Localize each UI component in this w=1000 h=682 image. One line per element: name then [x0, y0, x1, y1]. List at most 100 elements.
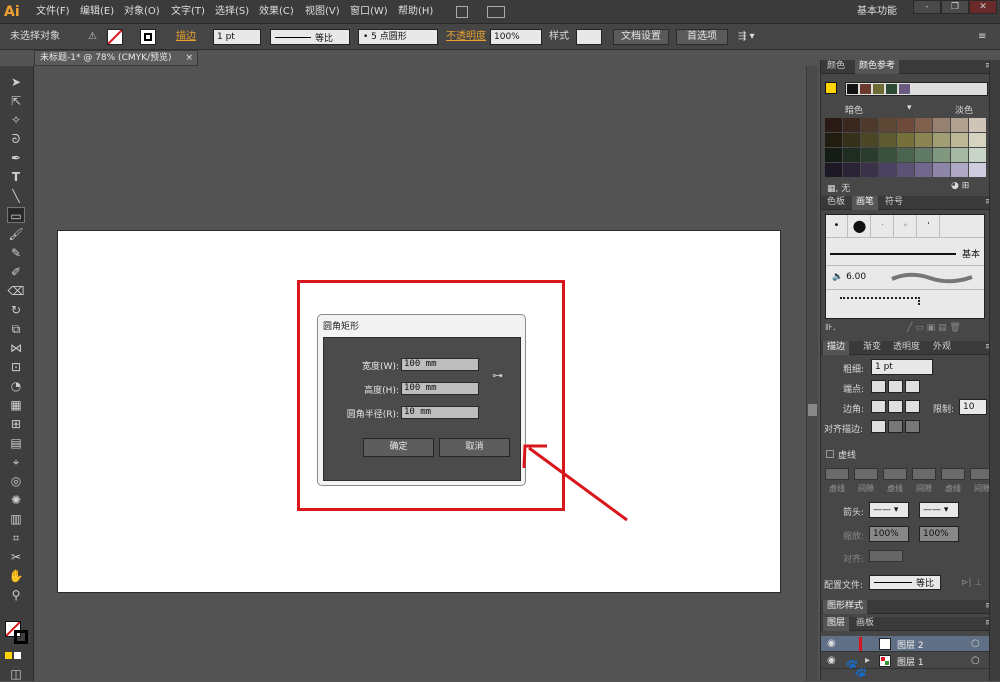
- tab-transparency[interactable]: 透明度: [889, 341, 924, 355]
- selection-tool-icon[interactable]: ➤: [7, 74, 25, 90]
- color-swatch[interactable]: [933, 163, 950, 177]
- color-swatch[interactable]: [951, 133, 968, 147]
- color-variation-grid[interactable]: [825, 118, 986, 178]
- color-swatch[interactable]: [951, 163, 968, 177]
- menu-object[interactable]: 对象(O): [124, 0, 160, 24]
- width-tool-icon[interactable]: ⋈: [7, 340, 25, 356]
- visibility-eye-icon[interactable]: ◉: [827, 655, 836, 666]
- brush-dot-small-icon[interactable]: •: [826, 215, 848, 237]
- tab-appearance[interactable]: 外观: [929, 341, 955, 355]
- round-join-button[interactable]: [888, 400, 903, 413]
- screen-mode-icon[interactable]: ◫: [7, 666, 25, 682]
- brush-calligraphic-icon[interactable]: ◦: [895, 215, 917, 237]
- scrollbar-thumb[interactable]: [808, 404, 817, 416]
- stroke-label[interactable]: 描边: [176, 24, 196, 50]
- pattern-brush-stroke-icon[interactable]: [840, 297, 920, 305]
- brush-calligraphic-2-icon[interactable]: ': [918, 215, 940, 237]
- fill-swatch[interactable]: [107, 29, 123, 45]
- blob-brush-tool-icon[interactable]: ✐: [7, 264, 25, 280]
- align-center-button[interactable]: [871, 420, 886, 433]
- color-swatch[interactable]: [843, 133, 860, 147]
- width-input[interactable]: 100 mm: [401, 358, 479, 371]
- weight-input[interactable]: 1 pt: [871, 359, 933, 375]
- end-arrowhead-select[interactable]: —— ▾: [919, 502, 959, 518]
- color-swatch[interactable]: [933, 133, 950, 147]
- profile-select[interactable]: 等比: [869, 575, 941, 590]
- minimize-button[interactable]: -: [913, 0, 941, 14]
- eyedropper-tool-icon[interactable]: ⌖: [7, 454, 25, 470]
- layer-target-icon[interactable]: ○: [971, 655, 980, 666]
- document-setup-button[interactable]: 文档设置: [613, 29, 669, 45]
- projecting-cap-button[interactable]: [905, 380, 920, 393]
- color-swatch[interactable]: [897, 133, 914, 147]
- variation-dropdown-icon[interactable]: ▾: [907, 103, 912, 113]
- menu-select[interactable]: 选择(S): [215, 0, 249, 24]
- color-swatch[interactable]: [969, 118, 986, 132]
- magic-wand-tool-icon[interactable]: ✧: [7, 112, 25, 128]
- direct-selection-tool-icon[interactable]: ⇱: [7, 93, 25, 109]
- color-swatch[interactable]: [951, 118, 968, 132]
- tab-gradient[interactable]: 渐变: [859, 341, 885, 355]
- bevel-join-button[interactable]: [905, 400, 920, 413]
- hand-tool-icon[interactable]: ✋: [7, 568, 25, 584]
- color-swatch[interactable]: [897, 163, 914, 177]
- height-input[interactable]: 100 mm: [401, 382, 479, 395]
- cancel-button[interactable]: 取消: [439, 438, 510, 457]
- paintbrush-tool-icon[interactable]: 🖌: [7, 226, 25, 242]
- blend-tool-icon[interactable]: ◎: [7, 473, 25, 489]
- color-swatch[interactable]: [915, 148, 932, 162]
- start-arrowhead-select[interactable]: —— ▾: [869, 502, 909, 518]
- menu-type[interactable]: 文字(T): [171, 0, 205, 24]
- color-swatch[interactable]: [933, 118, 950, 132]
- eraser-tool-icon[interactable]: ⌫: [7, 283, 25, 299]
- color-swatch[interactable]: [825, 133, 842, 147]
- color-swatch[interactable]: [897, 148, 914, 162]
- workspace-switcher[interactable]: 基本功能: [857, 0, 897, 24]
- constrain-proportions-icon[interactable]: ⊶: [492, 369, 506, 383]
- pencil-tool-icon[interactable]: ✎: [7, 245, 25, 261]
- perspective-grid-tool-icon[interactable]: ▦: [7, 397, 25, 413]
- color-swatch[interactable]: [915, 118, 932, 132]
- opacity-label[interactable]: 不透明度: [446, 24, 486, 50]
- rounded-rectangle-tool-icon[interactable]: ▭: [7, 207, 25, 223]
- miter-join-button[interactable]: [871, 400, 886, 413]
- color-swatch[interactable]: [915, 163, 932, 177]
- shape-builder-tool-icon[interactable]: ◔: [7, 378, 25, 394]
- color-swatch[interactable]: [969, 148, 986, 162]
- panel-menu-icon[interactable]: ≡: [978, 24, 986, 50]
- slice-tool-icon[interactable]: ✂: [7, 549, 25, 565]
- stroke-swatch[interactable]: [140, 29, 156, 45]
- menu-help[interactable]: 帮助(H): [398, 0, 433, 24]
- artboard-tool-icon[interactable]: ⌗: [7, 530, 25, 546]
- butt-cap-button[interactable]: [871, 380, 886, 393]
- color-mode-icon[interactable]: [5, 652, 12, 659]
- tab-brushes[interactable]: 画笔: [852, 196, 879, 210]
- color-swatch[interactable]: [933, 148, 950, 162]
- dash-input-1[interactable]: [825, 468, 849, 480]
- color-swatch[interactable]: [843, 118, 860, 132]
- tab-color[interactable]: 颜色: [823, 60, 849, 74]
- column-graph-tool-icon[interactable]: ▥: [7, 511, 25, 527]
- color-swatch[interactable]: [825, 148, 842, 162]
- stroke-color-icon[interactable]: [14, 630, 28, 644]
- corner-radius-input[interactable]: 10 mm: [401, 406, 479, 419]
- color-swatch[interactable]: [951, 148, 968, 162]
- align-options-icon[interactable]: ⇶ ▾: [738, 24, 755, 50]
- menu-file[interactable]: 文件(F): [36, 0, 70, 24]
- brush-library-menu-icon[interactable]: ⊪.: [825, 323, 836, 333]
- dashed-line-checkbox[interactable]: [826, 450, 834, 458]
- color-swatch[interactable]: [825, 118, 842, 132]
- tab-stroke[interactable]: 描边: [823, 341, 850, 355]
- tab-symbols[interactable]: 符号: [881, 196, 907, 210]
- free-transform-tool-icon[interactable]: ⊡: [7, 359, 25, 375]
- vertical-scrollbar[interactable]: [806, 66, 818, 681]
- opacity-input[interactable]: 100%: [490, 29, 542, 45]
- color-guide-actions-icon[interactable]: ◕ ⊞: [951, 181, 969, 191]
- arrange-documents-icon[interactable]: [487, 6, 505, 18]
- limit-input[interactable]: 10: [959, 399, 987, 415]
- menu-edit[interactable]: 编辑(E): [80, 0, 114, 24]
- tab-layers[interactable]: 图层: [823, 617, 850, 631]
- tab-artboards[interactable]: 画板: [852, 617, 878, 631]
- scale-tool-icon[interactable]: ⧉: [7, 321, 25, 337]
- gradient-tool-icon[interactable]: ▤: [7, 435, 25, 451]
